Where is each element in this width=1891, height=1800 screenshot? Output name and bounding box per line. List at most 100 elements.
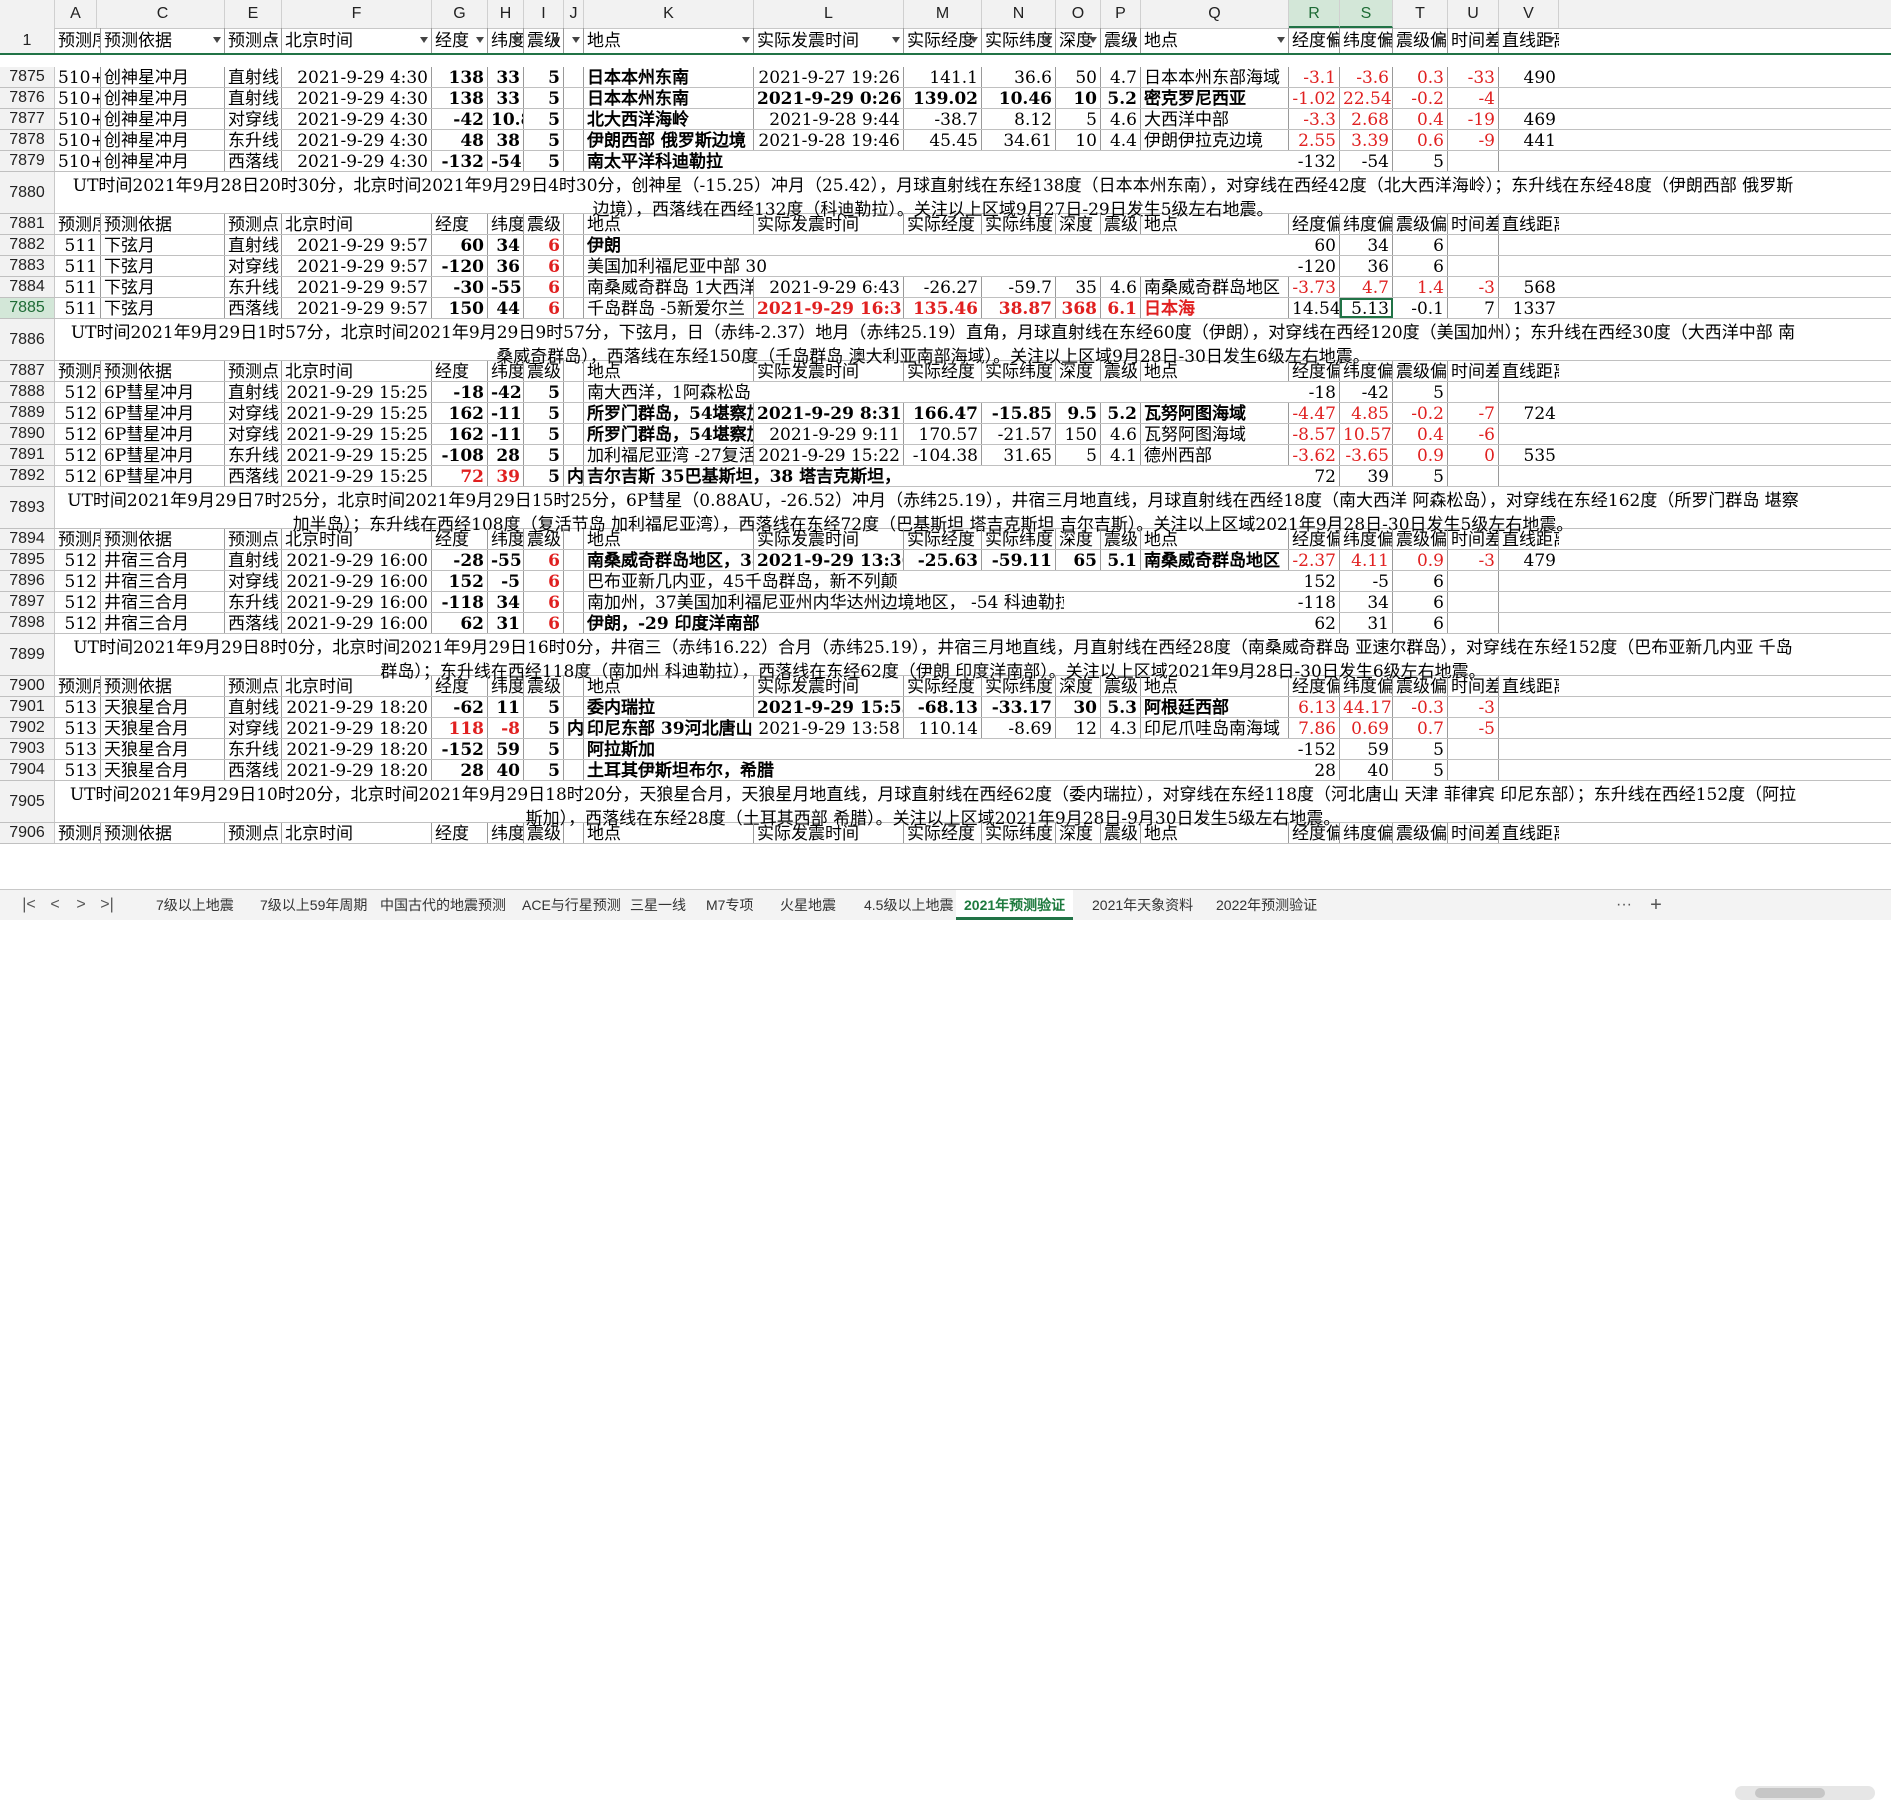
header-actual-place[interactable]: 地点 [1141,529,1289,549]
cell-mag[interactable]: 5 [524,403,564,423]
cell-point[interactable]: 西落线 [225,760,282,780]
row-number[interactable]: 7892 [0,466,55,486]
cell-lon[interactable]: -42 [432,109,488,129]
cell-time[interactable]: 2021-9-29 18:20 [282,697,432,717]
cell-blank[interactable] [564,760,584,780]
cell-mag-dev[interactable]: -0.1 [1393,298,1448,318]
cell-time-diff[interactable]: -3 [1448,277,1499,297]
cell-time[interactable]: 2021-9-29 15:25 [282,466,432,486]
cell-actual-place[interactable]: 德州西部 [1141,445,1289,465]
header-actual-lon[interactable]: 实际经度 [904,823,982,843]
cell-mag[interactable]: 5 [524,130,564,150]
cell-mag-dev[interactable]: 0.9 [1393,445,1448,465]
header-lon-dev[interactable]: 经度偏 [1289,676,1340,696]
cell-place[interactable]: 伊朗 [584,235,1064,255]
filter-dropdown-icon[interactable] [572,34,582,46]
header-lon-dev[interactable]: 经度偏 [1289,214,1340,234]
cell-actual-mag[interactable]: 4.4 [1101,130,1141,150]
cell-dist[interactable]: 724 [1499,403,1559,423]
cell-seq[interactable]: 512 [55,613,101,633]
header-blank[interactable] [564,529,584,549]
cell-time-diff[interactable] [1448,592,1499,612]
cell-actual-mag[interactable]: 5.2 [1101,403,1141,423]
cell-lat-dev[interactable]: 44.17 [1340,697,1393,717]
cell-blank[interactable] [564,550,584,570]
cell-actual-lon[interactable]: -38.7 [904,109,982,129]
cell-lon[interactable]: -118 [432,592,488,612]
cell-lat-dev[interactable]: 5.13 [1340,298,1393,318]
cell-point[interactable]: 东升线 [225,445,282,465]
cell-dist[interactable]: 479 [1499,550,1559,570]
cell-lon[interactable]: 62 [432,613,488,633]
cell-depth[interactable]: 50 [1056,67,1101,87]
cell-actual-time[interactable]: 2021-9-29 6:43 [754,277,904,297]
cell-depth[interactable]: 10 [1056,130,1101,150]
cell-lat-dev[interactable]: 10.57 [1340,424,1393,444]
prediction-note[interactable]: UT时间2021年9月28日20时30分，北京时间2021年9月29日4时30分… [55,172,1891,220]
cell-point[interactable]: 直射线 [225,697,282,717]
header-lon[interactable]: 经度 [432,361,488,381]
cell-mag[interactable]: 6 [524,256,564,276]
cell-mag-dev[interactable]: 5 [1393,151,1448,171]
cell-mag-dev[interactable]: 5 [1393,382,1448,402]
header-time-diff[interactable]: 时间差 [1448,361,1499,381]
cell-time[interactable]: 2021-9-29 9:57 [282,235,432,255]
row-number[interactable]: 7876 [0,88,55,108]
cell-lat[interactable]: -8 [488,718,524,738]
cell-time-diff[interactable]: -7 [1448,403,1499,423]
cell-actual-lat[interactable]: 36.6 [982,67,1056,87]
cell-mag[interactable]: 6 [524,613,564,633]
filter-dropdown-icon[interactable] [1129,34,1139,46]
header-lat[interactable]: 纬度 [488,823,524,843]
filter-dropdown-icon[interactable] [213,34,223,46]
cell-lon-dev[interactable]: 14.54 [1289,298,1340,318]
prediction-note[interactable]: UT时间2021年9月29日7时25分，北京时间2021年9月29日15时25分… [55,487,1891,535]
cell-dist[interactable] [1499,718,1559,738]
cell-time[interactable]: 2021-9-29 4:30 [282,109,432,129]
cell-point[interactable]: 西落线 [225,466,282,486]
header-mag-dev[interactable]: 震级偏 [1393,529,1448,549]
filter-dropdown-icon[interactable] [892,34,902,46]
cell-lon[interactable]: -152 [432,739,488,759]
cell-basis[interactable]: 创神星冲月 [101,67,225,87]
cell-actual-mag[interactable]: 4.6 [1101,424,1141,444]
column-header-i[interactable]: I [524,0,564,28]
cell-time-diff[interactable] [1448,382,1499,402]
header-actual-mag[interactable]: 震级 [1101,361,1141,381]
cell-lat[interactable]: 34 [488,592,524,612]
cell-point[interactable]: 对穿线 [225,718,282,738]
cell-dist[interactable] [1499,592,1559,612]
header-mag[interactable]: 震级 [524,676,564,696]
cell-point[interactable]: 东升线 [225,739,282,759]
header-lat[interactable]: 纬度 [488,361,524,381]
row-number[interactable]: 7883 [0,256,55,276]
cell-lon-dev[interactable]: 62 [1289,613,1340,633]
cell-lat-dev[interactable]: 34 [1340,235,1393,255]
cell-lon[interactable]: -28 [432,550,488,570]
header-point[interactable]: 预测点 [225,823,282,843]
cell-mag-dev[interactable]: 6 [1393,235,1448,255]
cell-lat[interactable]: -11 [488,424,524,444]
cell-actual-lat[interactable]: 34.61 [982,130,1056,150]
cell-place[interactable]: 所罗门群岛，54堪察加 [584,403,754,423]
cell-place[interactable]: 伊朗西部 俄罗斯边境 [584,130,754,150]
select-all-corner[interactable] [0,0,55,28]
cell-blank[interactable] [564,88,584,108]
cell-seq[interactable]: 512 [55,403,101,423]
more-tabs-icon[interactable]: ··· [1612,894,1636,916]
cell-lon-dev[interactable]: 60 [1289,235,1340,255]
cell-blank[interactable] [564,697,584,717]
cell-dist[interactable]: 535 [1499,445,1559,465]
cell-time-diff[interactable]: -3 [1448,550,1499,570]
first-sheet-icon[interactable]: |< [18,894,40,916]
cell-actual-lon[interactable]: -68.13 [904,697,982,717]
header-time-diff[interactable]: 时间差 [1448,823,1499,843]
cell-lon[interactable]: 60 [432,235,488,255]
cell-actual-place[interactable]: 瓦努阿图海域 [1141,403,1289,423]
header-actual-lat[interactable]: 实际纬度 [982,214,1056,234]
cell-basis[interactable]: 创神星冲月 [101,130,225,150]
header-lat-dev[interactable]: 纬度偏 [1340,361,1393,381]
header-seq[interactable]: 预测序 [55,676,101,696]
filter-dropdown-icon[interactable] [552,34,562,46]
header-actual-mag[interactable]: 震级 [1101,529,1141,549]
